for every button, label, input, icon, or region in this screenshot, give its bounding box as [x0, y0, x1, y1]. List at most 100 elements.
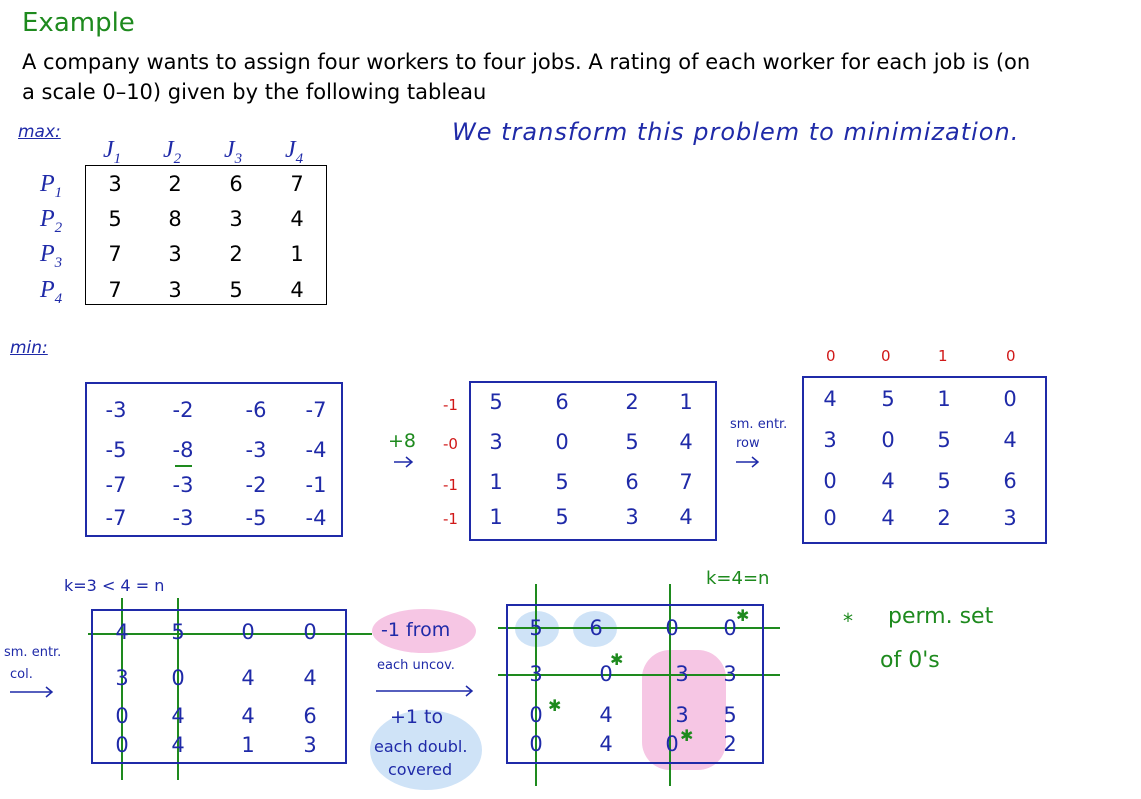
matrix-cell: 1 — [937, 387, 951, 411]
plus8-label: +8 — [388, 430, 417, 452]
plus1-note-line3: covered — [388, 760, 453, 779]
matrix-cell: 1 — [241, 733, 255, 757]
matrix-cell: -3 — [172, 506, 194, 530]
matrix-cell: 0 — [1003, 387, 1017, 411]
k-label: k=3 < 4 = n — [64, 576, 165, 595]
matrix-cell: 2 — [937, 506, 951, 530]
matrix-cell: 0 — [665, 616, 679, 640]
matrix-cell: 0 — [529, 732, 543, 756]
matrix-cell: -7 — [105, 473, 127, 497]
matrix-cell: 5 — [881, 387, 895, 411]
matrix-cell: 6 — [303, 704, 317, 728]
matrix-cell: 4 — [115, 620, 129, 644]
matrix-cell: 5 — [555, 470, 569, 494]
matrix-cell: 3 — [723, 662, 737, 686]
row-note-line1: sm. entr. — [730, 417, 788, 432]
matrix-cell: 5 — [529, 616, 543, 640]
matrix-cell: -2 — [172, 398, 194, 422]
matrix-cell: 5 — [489, 390, 503, 414]
matrix-cell: 1 — [679, 390, 693, 414]
matrix-cell: 3 — [675, 662, 689, 686]
matrix-cell: 5 — [937, 428, 951, 452]
matrix-cell: 4 — [1003, 428, 1017, 452]
perm-note-line2: of 0's — [880, 648, 940, 673]
star-icon: ✱ — [610, 650, 624, 669]
matrix-cell: 0 — [881, 428, 895, 452]
matrix-cell: 3 — [489, 430, 503, 454]
matrix-cell: 3 — [675, 703, 689, 727]
col-subtract: 1 — [938, 347, 948, 365]
col-subtract: 0 — [826, 347, 836, 365]
matrix-cell: 4 — [599, 703, 613, 727]
matrix-cell: 1 — [489, 470, 503, 494]
matrix-cell: -7 — [305, 398, 327, 422]
matrix-cell: 4 — [241, 666, 255, 690]
matrix-cell: 4 — [881, 506, 895, 530]
matrix-cell: 0 — [555, 430, 569, 454]
matrix-cell: 0 — [823, 469, 837, 493]
matrix-cell: 2 — [625, 390, 639, 414]
matrix-cell: 3 — [115, 666, 129, 690]
minus1-note-line1: -1 from — [381, 619, 451, 641]
matrix-cell: 5 — [625, 430, 639, 454]
matrix-cell: 4 — [241, 704, 255, 728]
matrix-cell: 4 — [679, 430, 693, 454]
matrix-cell: 6 — [555, 390, 569, 414]
matrix-cell: 2 — [723, 732, 737, 756]
col-subtract: 0 — [881, 347, 891, 365]
matrix-cell: -6 — [245, 398, 267, 422]
matrix-cell: 5 — [555, 505, 569, 529]
matrix-cell: 3 — [303, 733, 317, 757]
matrix-cell: 0 — [171, 666, 185, 690]
matrix-cell: 6 — [589, 616, 603, 640]
matrix-cell: -3 — [245, 438, 267, 462]
perm-note-line1: perm. set — [888, 604, 994, 629]
matrix-cell: 3 — [529, 662, 543, 686]
matrix-cell: 0 — [115, 733, 129, 757]
matrix-cell: 5 — [171, 620, 185, 644]
k-label: k=4=n — [706, 568, 770, 589]
matrix-cell: 6 — [1003, 469, 1017, 493]
matrix-cell: 4 — [881, 469, 895, 493]
row-note-line2: row — [736, 436, 760, 451]
row-subtract: -1 — [443, 510, 458, 528]
matrix-cell: -5 — [105, 438, 127, 462]
arrow-icon — [394, 456, 414, 468]
minus1-note-line2: each uncov. — [377, 658, 455, 673]
plus1-note-line1: +1 to — [390, 706, 444, 728]
col-note-line1: sm. entr. — [4, 645, 62, 660]
matrix-cell: 1 — [489, 505, 503, 529]
arrow-icon — [736, 456, 760, 468]
matrix-cell: -8 — [172, 438, 194, 462]
matrix-cell: 0 — [115, 704, 129, 728]
matrix-cell: 4 — [679, 505, 693, 529]
arrow-icon — [10, 686, 54, 698]
matrix-cell: 6 — [625, 470, 639, 494]
col-note-line2: col. — [10, 667, 33, 682]
star-icon: ✱ — [548, 696, 562, 715]
row-subtract: -1 — [443, 476, 458, 494]
matrix-cell: -7 — [105, 506, 127, 530]
matrix-cell: 0 — [303, 620, 317, 644]
row-subtract: -0 — [443, 435, 458, 453]
matrix-cell: -3 — [105, 398, 127, 422]
star-icon: ✱ — [736, 606, 750, 625]
arrow-icon — [376, 685, 474, 697]
matrix-cell: 3 — [823, 428, 837, 452]
plus1-note-line2: each doubl. — [374, 737, 468, 756]
matrix-cell: -1 — [305, 473, 327, 497]
matrix-cell: 5 — [937, 469, 951, 493]
matrix-cell: 3 — [625, 505, 639, 529]
matrix-cell: 0 — [241, 620, 255, 644]
matrix-cell: -3 — [172, 473, 194, 497]
matrix-cell: 4 — [171, 704, 185, 728]
matrix-cell: 4 — [303, 666, 317, 690]
matrix-cell: 7 — [679, 470, 693, 494]
matrix-cell: 3 — [1003, 506, 1017, 530]
matrix-cell: 4 — [171, 733, 185, 757]
star-icon: ✱ — [680, 726, 694, 745]
perm-note-star: * — [843, 609, 853, 633]
matrix-cell: 4 — [823, 387, 837, 411]
row-subtract: -1 — [443, 396, 458, 414]
matrix-cell: -4 — [305, 438, 327, 462]
